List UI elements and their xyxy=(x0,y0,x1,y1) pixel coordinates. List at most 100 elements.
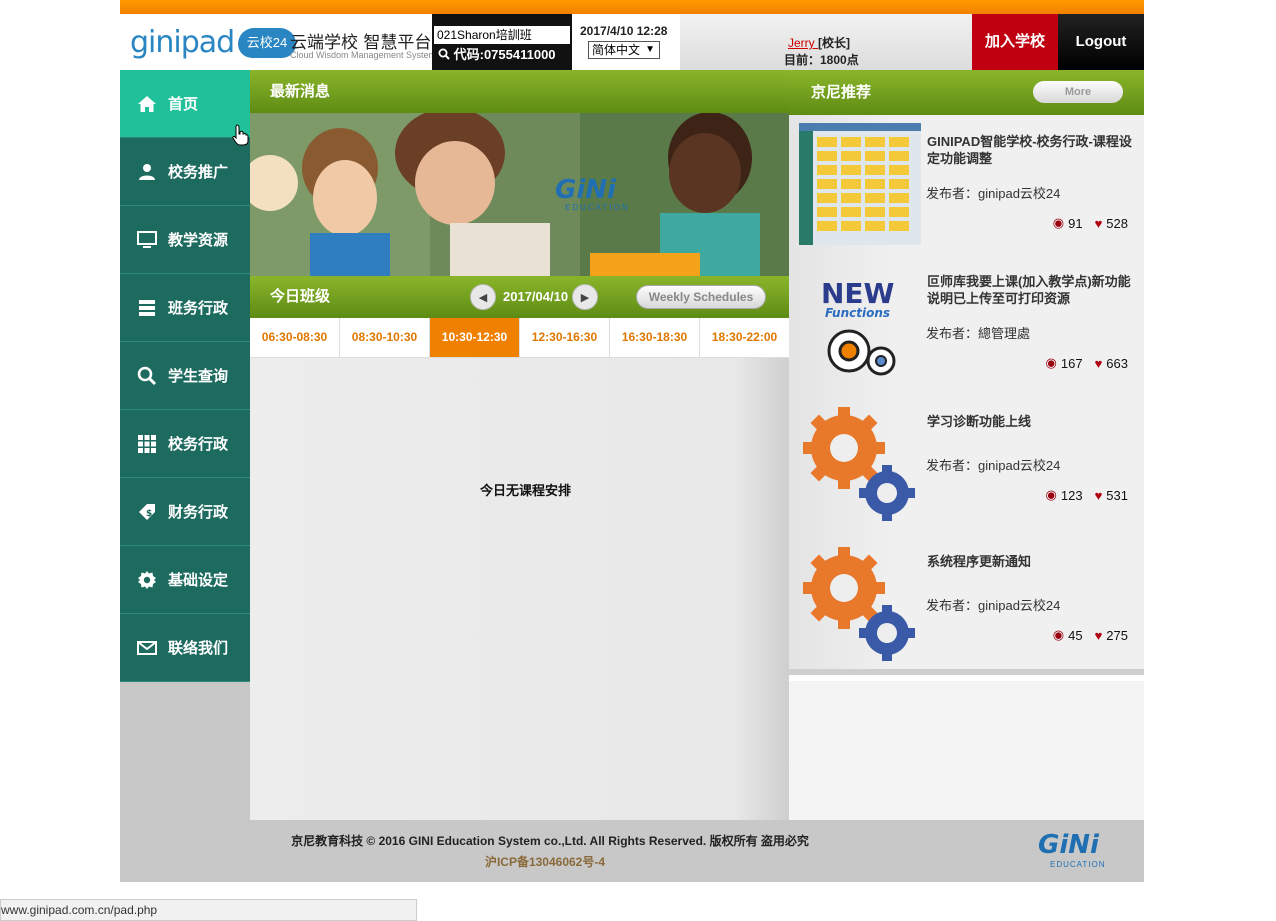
list-item[interactable]: 学习诊断功能上线 发布者：ginipad云校24 ◉ 123 ♥ 531 xyxy=(789,395,1144,535)
gear-icon xyxy=(136,569,158,591)
recommend-item-title[interactable]: 系统程序更新通知 xyxy=(927,553,1132,570)
today-date: 2017/04/10 xyxy=(503,289,569,304)
sidebar: 首页 校务推广 教学资源 班务行政 学生查询 校务行政 $ 财务行政 基础设定 … xyxy=(120,70,250,682)
prev-day-button[interactable]: ◀ xyxy=(470,284,496,310)
sidebar-item-label: 校务推广 xyxy=(168,164,229,181)
language-select[interactable]: 简体中文 ▼ xyxy=(588,41,660,59)
class-code: 代码:0755411000 xyxy=(438,46,556,64)
view-count: 45 xyxy=(1068,627,1083,643)
current-datetime: 2017/4/10 12:28 xyxy=(580,24,668,38)
new-functions-thumbnail: NEW Functions xyxy=(821,277,896,376)
user-name-link[interactable]: Jerry xyxy=(788,36,818,50)
sidebar-item-label: 教学资源 xyxy=(168,232,229,249)
sidebar-item-finance-admin[interactable]: $ 财务行政 xyxy=(120,478,250,546)
banner-logo: GiNi xyxy=(555,175,616,205)
class-selector[interactable]: 021Sharon培訓班 代码:0755411000 xyxy=(432,14,572,70)
language-value: 简体中文 xyxy=(592,43,641,57)
envelope-icon xyxy=(136,637,158,659)
sidebar-item-label: 首页 xyxy=(168,96,199,113)
app-window: ginipad 云校24 云端学校 智慧平台 Cloud Wisdom Mana… xyxy=(0,0,1276,921)
today-classes-title: 今日班级 xyxy=(270,288,331,305)
time-slot-tab[interactable]: 18:30-22:00 xyxy=(700,318,789,357)
footer-icp-link[interactable]: 沪ICP备13046062号-4 xyxy=(120,853,970,870)
heart-icon: ♥ xyxy=(1094,627,1103,643)
price-tag-icon: $ xyxy=(136,501,158,523)
date-language-box: 2017/4/10 12:28 简体中文 ▼ xyxy=(572,14,680,70)
eye-icon: ◉ xyxy=(1052,627,1065,642)
recommend-list: GINIPAD智能学校-校务行政-课程设定功能调整 发布者：ginipad云校2… xyxy=(789,115,1144,675)
arrow-left-icon: ◀ xyxy=(478,291,488,304)
list-item[interactable]: 系统程序更新通知 发布者：ginipad云校24 ◉ 45 ♥ 275 xyxy=(789,535,1144,675)
sidebar-item-student-search[interactable]: 学生查询 xyxy=(120,342,250,410)
sidebar-item-basic-settings[interactable]: 基础设定 xyxy=(120,546,250,614)
user-line: Jerry [校长] xyxy=(788,34,850,51)
sidebar-item-teaching-resources[interactable]: 教学资源 xyxy=(120,206,250,274)
recommend-item-publisher: 发布者：ginipad云校24 xyxy=(926,458,1061,473)
news-header: 最新消息 xyxy=(250,70,789,113)
sidebar-item-contact-us[interactable]: 联络我们 xyxy=(120,614,250,682)
list-item[interactable]: NEW Functions 叵师库我要上课(加入教学点)新功能说明已上传至可打印… xyxy=(789,255,1144,395)
next-day-button[interactable]: ▶ xyxy=(572,284,598,310)
like-count: 531 xyxy=(1106,487,1128,503)
sidebar-item-label: 联络我们 xyxy=(168,640,229,657)
time-slot-tab[interactable]: 06:30-08:30 xyxy=(250,318,340,357)
time-slot-tabs: 06:30-08:30 08:30-10:30 10:30-12:30 12:3… xyxy=(250,318,789,358)
recommend-item-title[interactable]: GINIPAD智能学校-校务行政-课程设定功能调整 xyxy=(927,133,1132,167)
user-info: Jerry [校长] 目前：1800点 xyxy=(680,14,972,70)
sidebar-item-home[interactable]: 首页 xyxy=(120,70,250,138)
logout-button[interactable]: Logout xyxy=(1058,14,1144,70)
heart-icon: ♥ xyxy=(1094,355,1103,371)
sidebar-item-school-admin[interactable]: 校务行政 xyxy=(120,410,250,478)
banner-photo xyxy=(250,113,789,276)
search-icon xyxy=(136,365,158,387)
schedule-area: 今日无课程安排 xyxy=(250,358,789,820)
sidebar-item-label: 班务行政 xyxy=(168,300,229,317)
recommend-item-stats: ◉ 45 ♥ 275 xyxy=(1053,627,1128,643)
eye-icon: ◉ xyxy=(1045,487,1057,502)
time-slot-tab[interactable]: 16:30-18:30 xyxy=(610,318,700,357)
gears-thumbnail xyxy=(803,407,915,521)
eye-icon: ◉ xyxy=(1045,355,1057,370)
cloud-badge: 云校24 xyxy=(238,28,296,58)
more-button[interactable]: More xyxy=(1033,81,1123,103)
list-item[interactable]: GINIPAD智能学校-校务行政-课程设定功能调整 发布者：ginipad云校2… xyxy=(789,115,1144,255)
like-count: 528 xyxy=(1106,215,1128,231)
recommend-item-stats: ◉ 123 ♥ 531 xyxy=(1046,487,1128,503)
header: ginipad 云校24 云端学校 智慧平台 Cloud Wisdom Mana… xyxy=(120,14,1144,70)
sidebar-item-label: 基础设定 xyxy=(168,572,229,589)
footer: 京尼教育科技 © 2016 GINI Education System co.,… xyxy=(120,820,1144,882)
time-slot-tab-active[interactable]: 10:30-12:30 xyxy=(430,318,520,357)
sidebar-item-school-promotion[interactable]: 校务推广 xyxy=(120,138,250,206)
eye-icon: ◉ xyxy=(1052,215,1065,230)
browser-status-bar: www.ginipad.com.cn/pad.php xyxy=(0,899,417,921)
class-name-field[interactable]: 021Sharon培訓班 xyxy=(434,26,570,44)
sidebar-item-label: 校务行政 xyxy=(168,436,229,453)
brand-subtitle: Cloud Wisdom Management System xyxy=(290,50,437,60)
arrow-right-icon: ▶ xyxy=(580,291,590,304)
recommend-item-title[interactable]: 叵师库我要上课(加入教学点)新功能说明已上传至可打印资源 xyxy=(927,273,1132,307)
recommend-item-publisher: 发布者：ginipad云校24 xyxy=(926,598,1061,613)
thumb-functions-text: Functions xyxy=(825,306,890,320)
banner-logo-sub: EDUCATION xyxy=(565,203,630,212)
logo[interactable]: ginipad 云校24 xyxy=(130,25,296,60)
recommend-item-title[interactable]: 学习诊断功能上线 xyxy=(927,413,1132,430)
time-slot-tab[interactable]: 08:30-10:30 xyxy=(340,318,430,357)
footer-copyright: 京尼教育科技 © 2016 GINI Education System co.,… xyxy=(291,834,809,848)
view-count: 167 xyxy=(1060,355,1083,371)
top-accent-bar xyxy=(120,0,1144,14)
no-classes-message: 今日无课程安排 xyxy=(480,483,572,498)
today-classes-header: 今日班级 ◀ 2017/04/10 ▶ Weekly Schedules xyxy=(250,276,789,318)
right-panel-filler xyxy=(789,681,1144,820)
time-slot-tab[interactable]: 12:30-16:30 xyxy=(520,318,610,357)
dropdown-arrow-icon: ▼ xyxy=(645,44,655,55)
like-count: 275 xyxy=(1106,627,1128,643)
logo-text: ginipad xyxy=(130,25,235,60)
view-count: 123 xyxy=(1060,487,1083,503)
screenshot-thumbnail xyxy=(799,123,921,245)
news-banner[interactable]: GiNi EDUCATION xyxy=(250,113,789,276)
sidebar-item-class-admin[interactable]: 班务行政 xyxy=(120,274,250,342)
view-count: 91 xyxy=(1068,215,1083,231)
join-school-button[interactable]: 加入学校 xyxy=(972,14,1058,70)
weekly-schedules-button[interactable]: Weekly Schedules xyxy=(636,285,766,309)
recommend-item-publisher: 发布者：總管理處 xyxy=(926,326,1031,341)
